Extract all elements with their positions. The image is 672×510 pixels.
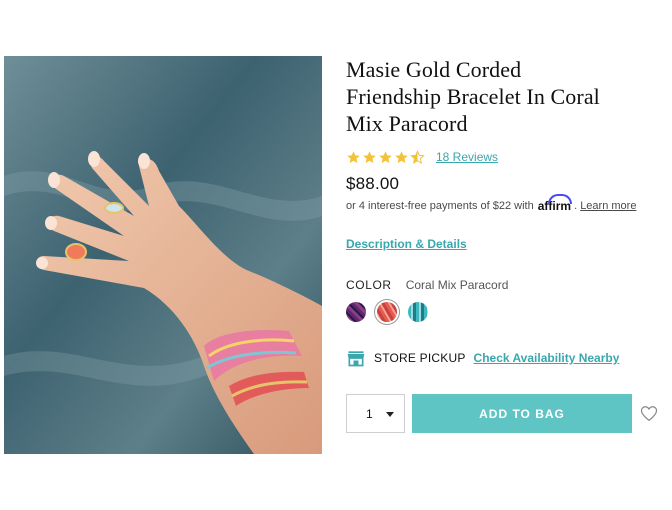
learn-more-link[interactable]: Learn more — [580, 200, 636, 212]
price: $88.00 — [346, 174, 400, 193]
star-icon — [363, 150, 376, 163]
product-image[interactable] — [4, 56, 322, 454]
star-icon — [379, 150, 392, 163]
affirm-logo: affirm — [537, 194, 573, 213]
description-details-link[interactable]: Description & Details — [346, 237, 467, 251]
chevron-down-icon — [386, 412, 394, 417]
star-icon — [347, 150, 360, 163]
product-title-line-3: Mix Paracord — [346, 111, 468, 136]
installments-text: or 4 interest-free payments of $22 with — [346, 200, 534, 212]
product-title: Masie Gold Corded Friendship Bracelet In… — [346, 56, 662, 137]
swatch-purple-mix[interactable] — [346, 302, 366, 322]
quantity-value: 1 — [366, 406, 373, 421]
product-title-line-1: Masie Gold Corded — [346, 57, 522, 82]
color-label: COLOR — [346, 278, 392, 292]
check-availability-link[interactable]: Check Availability Nearby — [474, 351, 620, 365]
half-star-icon — [410, 149, 425, 164]
star-rating — [346, 149, 425, 165]
quantity-select[interactable]: 1 — [346, 394, 405, 433]
color-value: Coral Mix Paracord — [405, 278, 509, 292]
store-icon — [347, 351, 365, 367]
purchase-row: 1 ADD TO BAG — [346, 394, 662, 433]
color-row: COLOR Coral Mix Paracord — [346, 278, 662, 292]
reviews-link[interactable]: 18 Reviews — [436, 150, 498, 164]
rating-row: 18 Reviews — [346, 148, 662, 166]
installments-row: or 4 interest-free payments of $22 with … — [346, 194, 637, 213]
heart-icon[interactable] — [640, 405, 658, 422]
store-pickup-label: STORE PICKUP — [374, 351, 466, 365]
product-photo-illustration — [4, 56, 322, 454]
product-details: Masie Gold Corded Friendship Bracelet In… — [346, 56, 662, 433]
product-title-line-2: Friendship Bracelet In Coral — [346, 84, 600, 109]
store-pickup-row: STORE PICKUP Check Availability Nearby — [346, 348, 662, 368]
swatch-coral-mix[interactable] — [377, 302, 397, 322]
add-to-bag-button[interactable]: ADD TO BAG — [412, 394, 632, 433]
color-swatches — [346, 302, 662, 322]
swatch-teal-mix[interactable] — [408, 302, 428, 322]
star-icon — [395, 150, 408, 163]
